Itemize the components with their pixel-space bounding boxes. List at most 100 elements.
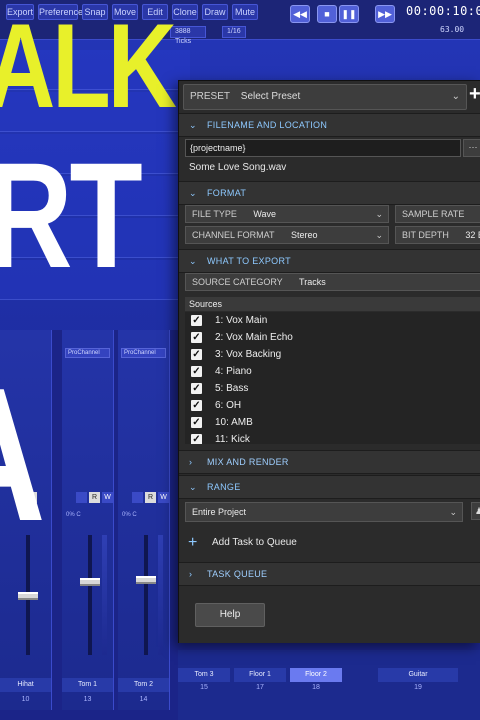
mute-button[interactable]: [76, 492, 87, 503]
stop-button[interactable]: ■: [317, 5, 337, 23]
source-category-dropdown[interactable]: SOURCE CATEGORY Tracks: [185, 273, 480, 291]
checkbox-checked-icon[interactable]: ✓: [191, 383, 202, 394]
add-task-label: Add Task to Queue: [212, 537, 297, 548]
source-category-label: SOURCE CATEGORY: [192, 277, 283, 287]
pan-readout[interactable]: 0% C: [122, 512, 137, 518]
section-title: MIX AND RENDER: [207, 457, 289, 467]
range-options-button[interactable]: ♟: [471, 502, 480, 520]
section-format[interactable]: ⌄ FORMAT: [179, 181, 480, 205]
pause-button[interactable]: ❚❚: [339, 5, 359, 23]
rewind-icon: ◀◀: [293, 9, 307, 19]
channel-format-dropdown[interactable]: CHANNEL FORMAT Stereo ⌄: [185, 226, 389, 244]
toolbar-item-draw[interactable]: Draw: [202, 4, 228, 20]
section-title: WHAT TO EXPORT: [207, 256, 291, 266]
sample-rate-dropdown[interactable]: SAMPLE RATE: [395, 205, 480, 223]
chevron-down-icon: ⌄: [189, 120, 197, 130]
file-type-dropdown[interactable]: FILE TYPE Wave ⌄: [185, 205, 389, 223]
section-title: FORMAT: [207, 188, 247, 198]
chevron-down-icon: ⌄: [375, 209, 383, 219]
ticks-dropdown[interactable]: 3888 Ticks: [170, 26, 206, 45]
source-item[interactable]: ✓ 11: Kick: [185, 431, 480, 444]
record-button[interactable]: R: [89, 492, 100, 503]
strip-number: 10: [21, 696, 30, 703]
gear-icon: ♟: [475, 506, 480, 516]
record-button[interactable]: R: [145, 492, 156, 503]
fast-forward-icon: ▶▶: [378, 9, 392, 19]
checkbox-checked-icon[interactable]: ✓: [191, 366, 202, 377]
chevron-down-icon: ⌄: [451, 91, 460, 102]
toolbar-item-mute[interactable]: Mute: [232, 4, 258, 20]
write-button[interactable]: W: [102, 492, 113, 503]
prochannel-slot[interactable]: ProChannel: [65, 348, 110, 358]
pan-readout[interactable]: 0% C: [66, 512, 81, 518]
source-item[interactable]: ✓ 1: Vox Main: [185, 312, 480, 329]
fader-handle[interactable]: [80, 578, 100, 586]
section-task-queue[interactable]: › TASK QUEUE: [179, 562, 480, 586]
rewind-button[interactable]: ◀◀: [290, 5, 310, 23]
source-item[interactable]: ✓ 3: Vox Backing: [185, 346, 480, 363]
browse-location-button[interactable]: ···: [463, 139, 480, 157]
checkbox-checked-icon[interactable]: ✓: [191, 349, 202, 360]
checkbox-checked-icon[interactable]: ✓: [191, 434, 202, 444]
strip-number: 13: [83, 696, 92, 703]
bit-depth-dropdown[interactable]: BIT DEPTH 32 B: [395, 226, 480, 244]
sources-list[interactable]: ✓ 1: Vox Main ✓ 2: Vox Main Echo ✓ 3: Vo…: [185, 312, 480, 444]
filename-pattern-input[interactable]: {projectname}: [185, 139, 461, 157]
fader-handle[interactable]: [18, 592, 38, 600]
mixer-strip-row: Tom 3 15 Floor 1 17 Floor 2 18 Guitar 19: [178, 650, 480, 720]
add-preset-button[interactable]: +: [469, 83, 480, 106]
checkbox-checked-icon[interactable]: ✓: [191, 400, 202, 411]
chevron-down-icon: ⌄: [189, 188, 197, 198]
section-filename-location[interactable]: ⌄ FILENAME AND LOCATION: [179, 113, 480, 137]
strip-number: 18: [312, 684, 320, 691]
strip-name: Floor 1: [234, 668, 286, 682]
channel-format-label: CHANNEL FORMAT: [192, 230, 275, 240]
section-mix-and-render[interactable]: › MIX AND RENDER: [179, 450, 480, 474]
checkbox-checked-icon[interactable]: ✓: [191, 315, 202, 326]
preset-value: Select Preset: [240, 91, 301, 102]
section-title: FILENAME AND LOCATION: [207, 120, 328, 130]
prochannel-slot[interactable]: ProChannel: [121, 348, 166, 358]
mixer-strip: ProChannel R W 0% C Tom 2 14: [118, 330, 170, 710]
range-value: Entire Project: [192, 507, 247, 517]
mixer-strip: ProChannel R W 0% C Tom 1 13: [62, 330, 114, 710]
chevron-right-icon: ›: [189, 457, 193, 467]
strip-number: 17: [256, 684, 264, 691]
toolbar-item-clone[interactable]: Clone: [172, 4, 198, 20]
mute-button[interactable]: [132, 492, 143, 503]
tempo-readout[interactable]: 63.00: [440, 25, 464, 34]
source-label: 4: Piano: [215, 366, 252, 377]
fader-handle[interactable]: [136, 576, 156, 584]
strip-name: Tom 3: [178, 668, 230, 682]
strip-name: Tom 1: [62, 678, 113, 692]
fast-forward-button[interactable]: ▶▶: [375, 5, 395, 23]
overlay-title-line2: RT: [0, 131, 143, 299]
snap-dropdown[interactable]: 1/16: [222, 26, 246, 38]
fader-track: [144, 535, 148, 655]
sample-rate-label: SAMPLE RATE: [402, 209, 465, 219]
source-item[interactable]: ✓ 10: AMB: [185, 414, 480, 431]
range-dropdown[interactable]: Entire Project ⌄: [185, 502, 463, 522]
source-item[interactable]: ✓ 4: Piano: [185, 363, 480, 380]
write-button[interactable]: W: [158, 492, 169, 503]
add-task-to-queue-button[interactable]: + Add Task to Queue: [179, 528, 480, 558]
strip-name: Hihat: [0, 678, 51, 692]
sources-header: Sources: [185, 297, 480, 311]
source-item[interactable]: ✓ 2: Vox Main Echo: [185, 329, 480, 346]
file-type-value: Wave: [253, 209, 277, 219]
source-label: 6: OH: [215, 400, 242, 411]
section-range[interactable]: ⌄ RANGE: [179, 475, 480, 499]
source-label: 5: Bass: [215, 383, 249, 394]
source-item[interactable]: ✓ 5: Bass: [185, 380, 480, 397]
preset-dropdown[interactable]: PRESET Select Preset ⌄: [183, 84, 467, 110]
source-label: 3: Vox Backing: [215, 349, 282, 360]
chevron-down-icon: ⌄: [189, 256, 197, 266]
strip-number: 14: [139, 696, 148, 703]
section-what-to-export[interactable]: ⌄ WHAT TO EXPORT: [179, 249, 480, 273]
source-category-value: Tracks: [299, 277, 326, 287]
strip-number: 19: [414, 684, 422, 691]
checkbox-checked-icon[interactable]: ✓: [191, 332, 202, 343]
checkbox-checked-icon[interactable]: ✓: [191, 417, 202, 428]
source-item[interactable]: ✓ 6: OH: [185, 397, 480, 414]
help-button[interactable]: Help: [195, 603, 265, 627]
